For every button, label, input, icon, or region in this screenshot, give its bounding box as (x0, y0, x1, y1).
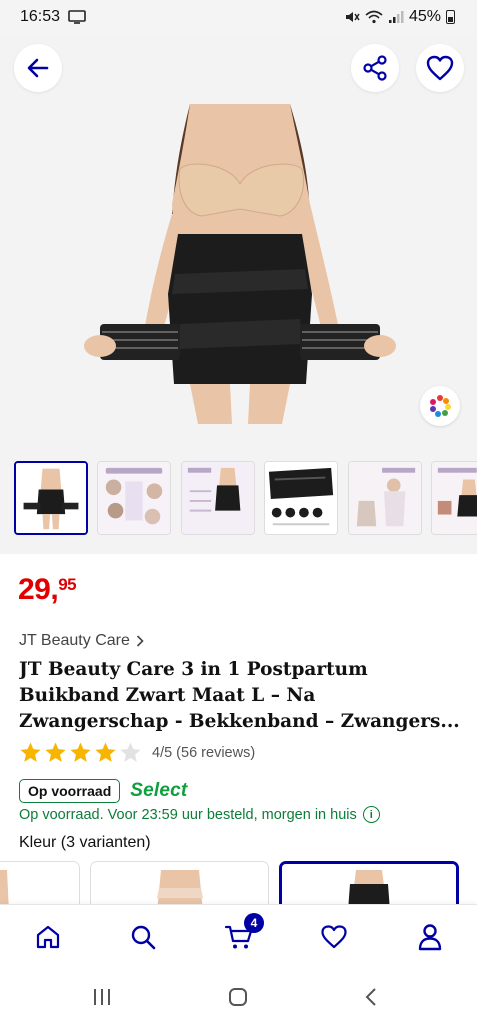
chevron-left-icon (365, 988, 376, 1006)
nav-search[interactable] (123, 919, 163, 955)
nav-wishlist[interactable] (314, 919, 354, 955)
product-price: 29,95 (18, 573, 77, 607)
battery-icon (446, 10, 455, 24)
thumbnail-6[interactable] (431, 461, 477, 535)
price-cents: 95 (58, 575, 77, 594)
heart-icon (426, 55, 454, 81)
select-label: Select (130, 780, 188, 801)
chevron-right-icon (136, 635, 144, 647)
signal-icon (388, 11, 404, 23)
thumbnail-strip[interactable] (0, 440, 477, 554)
product-photo (84, 104, 396, 424)
product-image-area[interactable] (0, 34, 477, 440)
thumbnail-image (182, 462, 254, 534)
title-line-1: JT Beauty Care 3 in 1 Postpartum (19, 659, 368, 680)
system-back-button[interactable] (360, 984, 382, 1010)
mute-icon (345, 12, 360, 22)
rating-text: 4/5 (56 reviews) (152, 744, 256, 761)
heart-icon (321, 925, 347, 949)
brand-link[interactable]: JT Beauty Care (19, 632, 144, 650)
account-icon (418, 924, 442, 951)
color-wheel-icon (430, 395, 451, 417)
thumbnail-1[interactable] (14, 461, 88, 535)
stock-row: Op voorraad Select (19, 779, 187, 803)
wifi-icon (365, 10, 383, 24)
home-circle-icon (229, 988, 247, 1006)
home-system-button[interactable] (224, 984, 252, 1010)
share-icon (363, 55, 387, 81)
title-line-3: Zwangerschap - Bekkenband – Zwangers... (19, 711, 460, 732)
thumbnail-image (265, 462, 337, 534)
thumbnail-5[interactable] (348, 461, 422, 535)
wishlist-button[interactable] (416, 44, 464, 92)
cart-count-badge: 4 (244, 913, 264, 933)
star-empty-icon (120, 742, 141, 762)
thumbnail-3[interactable] (181, 461, 255, 535)
screen-cast-icon (68, 10, 86, 24)
variants-label: Kleur (3 varianten) (19, 834, 151, 851)
delivery-text: Op voorraad. Voor 23:59 uur besteld, mor… (19, 806, 357, 823)
star-full-icon (20, 742, 41, 762)
battery-percent: 45% (408, 8, 441, 25)
brand-name: JT Beauty Care (19, 632, 130, 649)
price-main: 29, (18, 573, 59, 606)
thumbnail-image (16, 463, 86, 533)
share-button[interactable] (351, 44, 399, 92)
recent-apps-button[interactable] (88, 984, 116, 1010)
thumbnail-4[interactable] (264, 461, 338, 535)
status-bar: 16:53 45% (0, 0, 477, 34)
back-button[interactable] (14, 44, 62, 92)
product-title: JT Beauty Care 3 in 1 Postpartum Buikban… (19, 657, 464, 735)
thumbnail-image (432, 462, 477, 534)
nav-home[interactable] (28, 919, 68, 955)
info-icon[interactable]: i (362, 806, 380, 823)
star-full-icon (95, 742, 116, 762)
arrow-left-icon (27, 58, 49, 78)
star-full-icon (70, 742, 91, 762)
color-variants-button[interactable] (420, 386, 460, 426)
bottom-navigation: 4 (0, 904, 477, 970)
thumbnail-image (349, 462, 421, 534)
recent-apps-icon (94, 989, 110, 1005)
stock-badge: Op voorraad (19, 779, 121, 803)
delivery-info: Op voorraad. Voor 23:59 uur besteld, mor… (19, 806, 380, 823)
home-icon (36, 925, 60, 949)
search-icon (131, 925, 156, 950)
status-time: 16:53 (20, 8, 61, 25)
star-full-icon (45, 742, 66, 762)
product-rating[interactable]: 4/5 (56 reviews) (19, 741, 255, 764)
title-line-2: Buikband Zwart Maat L – Na (19, 685, 316, 706)
thumbnail-image (98, 462, 170, 534)
thumbnail-2[interactable] (97, 461, 171, 535)
system-navigation-bar (0, 970, 477, 1024)
nav-account[interactable] (410, 919, 450, 955)
